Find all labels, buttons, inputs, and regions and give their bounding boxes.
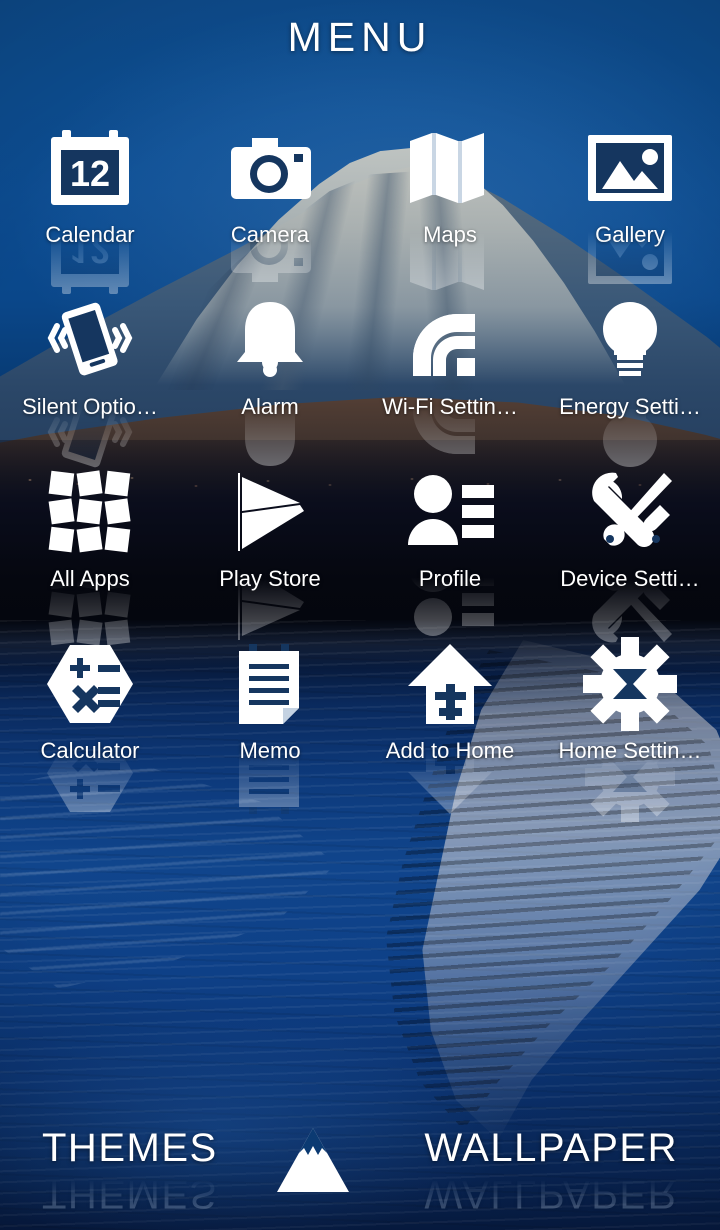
app-grid: 12 12 Calendar Camera Maps Gallery Silen… [0,118,720,824]
house-plus-icon [406,642,494,726]
camera-icon [226,132,314,204]
app-tile-silent-optio[interactable]: Silent Optio… [0,290,180,468]
app-tile-maps[interactable]: Maps [360,118,540,290]
app-label: Silent Optio… [22,394,158,419]
calendar-icon: 12 [48,128,132,208]
app-icon-wrap [582,292,678,467]
app-label: All Apps [50,566,130,591]
app-icon-wrap [402,636,498,814]
app-icon-wrap [222,464,318,640]
app-label: Gallery [595,222,665,247]
app-tile-calculator[interactable]: Calculator [0,634,180,812]
app-tile-device-setti[interactable]: Device Setti… [540,462,720,643]
app-icon-wrap [402,292,498,454]
app-tile-play-store[interactable]: Play Store [180,462,360,640]
home-button[interactable] [275,1124,367,1230]
themes-label-reflection: THEMES [42,1172,218,1216]
app-icon-wrap [402,464,498,636]
app-icon-wrap [222,120,318,282]
app-icon-wrap [582,464,678,643]
app-tile-memo[interactable]: Memo [180,634,360,814]
app-label: Energy Setti… [559,394,701,419]
app-tile-gallery[interactable]: Gallery [540,118,720,290]
app-tile-all-apps[interactable]: All Apps [0,462,180,646]
themes-button[interactable]: THEMES THEMES [42,1126,218,1216]
app-icon-wrap: 12 12 [42,120,138,294]
bottom-dock: THEMES THEMES WALLPAPER WALLPAPER [0,1108,720,1230]
app-label: Profile [418,566,482,591]
memo-icon [233,642,307,726]
app-tile-wi-fi-settin[interactable]: Wi-Fi Settin… [360,290,540,462]
bell-icon [229,300,311,380]
app-icon-wrap [42,292,138,468]
app-icon-wrap [42,464,138,646]
mountain-icon-reflection [283,1216,359,1230]
app-icon-wrap [402,120,498,290]
menu-screen: MENU 12 12 Calendar Camera Maps Gallery … [0,0,720,1230]
app-label: Device Setti… [560,566,700,591]
app-tile-energy-setti[interactable]: Energy Setti… [540,290,720,467]
gear-icon [583,637,677,731]
profile-icon [404,473,496,551]
app-label: Wi-Fi Settin… [382,394,518,419]
themes-label: THEMES [42,1126,218,1170]
app-label: Calculator [40,738,140,763]
page-title: MENU [287,14,433,60]
app-label: Maps [423,222,477,247]
app-tile-profile[interactable]: Profile [360,462,540,636]
wrench-screwdriver-icon [586,469,674,555]
app-label: Camera [230,222,310,247]
app-tile-calendar[interactable]: 12 12 Calendar [0,118,180,294]
calculator-icon [45,643,135,725]
app-label: Add to Home [385,738,515,763]
app-tile-add-to-home[interactable]: Add to Home [360,634,540,814]
wallpaper-button[interactable]: WALLPAPER WALLPAPER [424,1126,678,1216]
app-icon-wrap [222,292,318,466]
mountain-icon [275,1124,367,1201]
wallpaper-label-reflection: WALLPAPER [424,1172,678,1216]
svg-text:12: 12 [70,153,110,194]
app-tile-alarm[interactable]: Alarm [180,290,360,466]
wallpaper-label: WALLPAPER [424,1126,678,1170]
lightbulb-icon [592,299,668,381]
app-label: Calendar [45,222,135,247]
app-icon-wrap [582,120,678,284]
map-icon [406,129,494,207]
app-icon-wrap [42,636,138,812]
vibrate-phone-icon [44,298,136,382]
app-label: Memo [239,738,301,763]
play-store-icon [228,471,312,553]
wifi-icon [407,300,493,380]
app-grid-icon [46,468,134,556]
app-icon-wrap [582,636,678,824]
app-tile-camera[interactable]: Camera [180,118,360,290]
app-label: Play Store [219,566,321,591]
app-icon-wrap [222,636,318,814]
gallery-icon [586,133,674,203]
app-label: Home Settin… [558,738,702,763]
app-label: Alarm [241,394,299,419]
app-tile-home-settin[interactable]: Home Settin… [540,634,720,824]
